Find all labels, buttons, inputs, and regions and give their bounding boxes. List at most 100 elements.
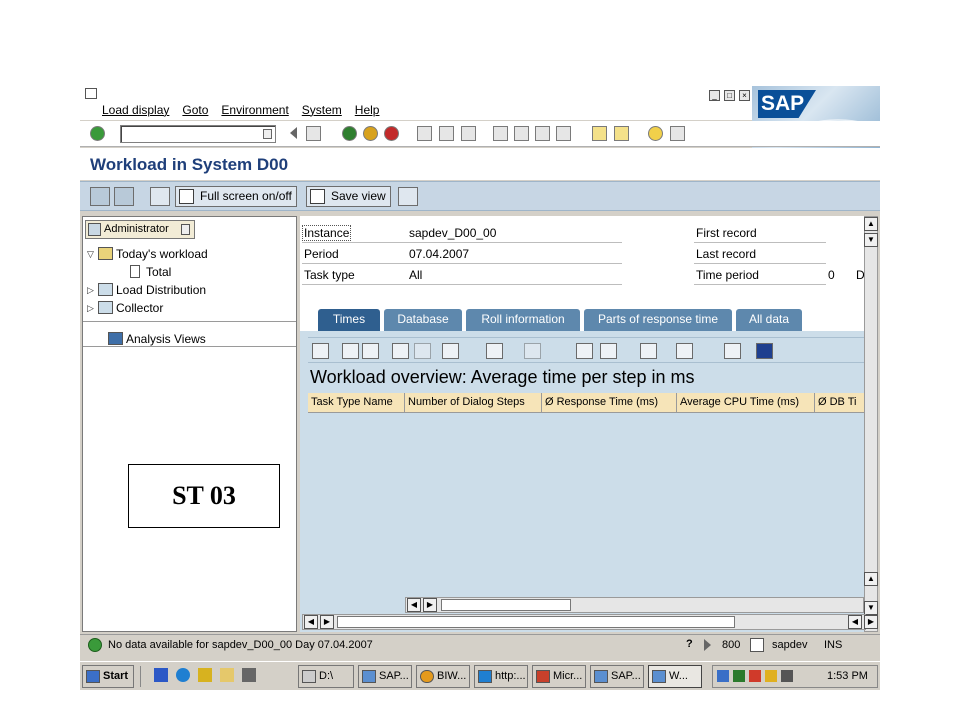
layout-icon[interactable]	[676, 343, 693, 359]
collapsed-icon[interactable]: ▷	[87, 299, 95, 317]
sort-ascending-icon[interactable]	[342, 343, 359, 359]
export-icon[interactable]	[640, 343, 657, 359]
tree-item-collector[interactable]: ▷ Collector	[87, 298, 163, 317]
tab-times[interactable]: Times	[318, 309, 380, 331]
server-list-icon[interactable]	[750, 638, 764, 652]
scroll-right-icon[interactable]: ▶	[864, 615, 878, 629]
layout-menu-icon[interactable]	[670, 126, 685, 141]
status-expand-icon[interactable]	[704, 639, 711, 651]
restore-button[interactable]: □	[724, 90, 735, 101]
analysis-views-item[interactable]: Analysis Views	[105, 329, 206, 348]
scroll-right-icon[interactable]: ▶	[320, 615, 334, 629]
scroll-left-icon[interactable]: ◀	[407, 598, 421, 612]
vertical-scrollbar[interactable]: ▲ ▼ ▲ ▼	[864, 216, 878, 632]
find-icon[interactable]	[439, 126, 454, 141]
scroll-left-icon[interactable]: ◀	[304, 615, 318, 629]
collapse-command-icon[interactable]	[290, 127, 297, 139]
command-field[interactable]	[120, 125, 276, 143]
first-page-icon[interactable]	[493, 126, 508, 141]
tab-database[interactable]: Database	[384, 309, 462, 331]
save-icon[interactable]	[306, 126, 321, 141]
scroll-up-icon[interactable]: ▲	[864, 572, 878, 586]
find-icon[interactable]	[392, 343, 409, 359]
browser-icon[interactable]	[176, 668, 190, 682]
filter-icon[interactable]	[362, 343, 379, 359]
print-icon[interactable]	[417, 126, 432, 141]
column-number-of-dialog-steps[interactable]: Number of Dialog Steps	[405, 393, 542, 412]
close-window-button[interactable]: ×	[739, 90, 750, 101]
start-button[interactable]: Start	[82, 665, 134, 688]
cancel-icon[interactable]	[384, 126, 399, 141]
media-player-icon[interactable]	[154, 668, 168, 682]
save-view-button[interactable]: Save view	[306, 186, 391, 207]
sum-icon[interactable]	[486, 343, 503, 359]
taskbar-button-microsoft[interactable]: Micr...	[532, 665, 586, 688]
input-mode[interactable]: INS	[824, 639, 842, 651]
last-page-icon[interactable]	[556, 126, 571, 141]
exit-icon[interactable]	[363, 126, 378, 141]
shortcut-icon[interactable]	[614, 126, 629, 141]
full-screen-button[interactable]: Full screen on/off	[175, 186, 297, 207]
tab-parts-of-response-time[interactable]: Parts of response time	[584, 309, 732, 331]
scroll-up-icon[interactable]: ▲	[864, 217, 878, 231]
enter-icon[interactable]	[90, 126, 105, 141]
forward-arrow-icon[interactable]	[114, 187, 134, 206]
tray-icon[interactable]	[749, 670, 761, 682]
set-filter-icon[interactable]	[442, 343, 459, 359]
scroll-right-icon[interactable]: ▶	[423, 598, 437, 612]
next-page-icon[interactable]	[535, 126, 550, 141]
details-icon[interactable]	[312, 343, 329, 359]
graphic-icon[interactable]	[724, 343, 741, 359]
views-icon[interactable]	[600, 343, 617, 359]
column-db-time[interactable]: Ø DB Ti	[815, 393, 864, 412]
clock[interactable]: 1:53 PM	[827, 670, 868, 682]
menu-environment[interactable]: Environment	[221, 103, 288, 117]
user-mode-selector[interactable]: Administrator	[85, 220, 195, 239]
scroll-down-icon[interactable]: ▼	[864, 233, 878, 247]
taskbar-button-biw[interactable]: BIW...	[416, 665, 470, 688]
previous-page-icon[interactable]	[514, 126, 529, 141]
minimize-button[interactable]: _	[709, 90, 720, 101]
scroll-down-icon[interactable]: ▼	[864, 601, 878, 615]
find-next-icon[interactable]	[461, 126, 476, 141]
scroll-left-icon[interactable]: ◀	[848, 615, 862, 629]
scroll-thumb[interactable]	[337, 616, 735, 628]
command-history-icon[interactable]	[263, 129, 272, 139]
info-icon[interactable]	[756, 343, 773, 359]
column-cpu-time[interactable]: Average CPU Time (ms)	[677, 393, 815, 412]
notepad-icon[interactable]	[220, 668, 234, 682]
tree-item-todays-workload[interactable]: ▽ Today's workload	[87, 244, 208, 263]
column-task-type-name[interactable]: Task Type Name	[308, 393, 405, 412]
tab-roll-information[interactable]: Roll information	[466, 309, 580, 331]
tree-item-load-distribution[interactable]: ▷ Load Distribution	[87, 280, 206, 299]
scroll-thumb[interactable]	[441, 599, 571, 611]
horizontal-scrollbar[interactable]: ◀ ▶	[302, 614, 866, 630]
print-preview-icon[interactable]	[576, 343, 593, 359]
menu-load-display[interactable]: Load display	[102, 103, 169, 117]
camera-icon[interactable]	[242, 668, 256, 682]
taskbar-button-drive[interactable]: D:\	[298, 665, 354, 688]
tab-all-data[interactable]: All data	[736, 309, 802, 331]
app-b-icon[interactable]	[198, 668, 212, 682]
menu-help[interactable]: Help	[355, 103, 380, 117]
create-session-icon[interactable]	[592, 126, 607, 141]
collapsed-icon[interactable]: ▷	[87, 281, 95, 299]
back-arrow-icon[interactable]	[90, 187, 110, 206]
taskbar-button-sap-2[interactable]: SAP...	[590, 665, 644, 688]
tray-icon[interactable]	[765, 670, 777, 682]
help-question-icon[interactable]: ?	[686, 638, 693, 650]
dropdown-icon[interactable]	[181, 224, 190, 235]
tree-item-total[interactable]: Total	[127, 262, 174, 281]
tray-icon[interactable]	[717, 670, 729, 682]
grid-horizontal-scrollbar[interactable]: ◀ ▶	[405, 597, 864, 613]
help-icon[interactable]	[648, 126, 663, 141]
refresh-icon[interactable]	[150, 187, 170, 206]
taskbar-button-http[interactable]: http:...	[474, 665, 528, 688]
menu-goto[interactable]: Goto	[182, 103, 208, 117]
menu-system[interactable]: System	[302, 103, 342, 117]
tray-icon[interactable]	[733, 670, 745, 682]
taskbar-button-sap-1[interactable]: SAP...	[358, 665, 412, 688]
back-icon[interactable]	[342, 126, 357, 141]
menu-icon[interactable]	[85, 88, 97, 99]
column-response-time[interactable]: Ø Response Time (ms)	[542, 393, 677, 412]
